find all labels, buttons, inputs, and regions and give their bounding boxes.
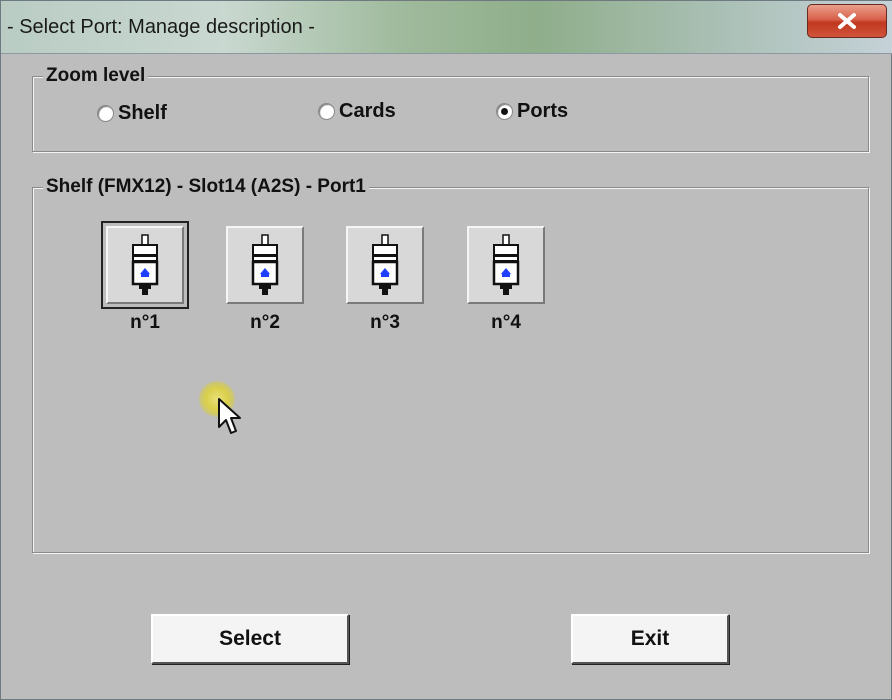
radio-shelf[interactable]: Shelf [97, 102, 167, 125]
port-label-4: n°4 [491, 312, 521, 333]
port-connector-icon [131, 234, 159, 295]
radio-cards-label: Cards [339, 100, 396, 122]
radio-ports-circle[interactable] [496, 103, 513, 120]
port-connector-icon [371, 234, 399, 295]
port-button-4[interactable] [467, 226, 545, 304]
mouse-cursor-icon [218, 398, 241, 434]
port-button-3[interactable] [346, 226, 424, 304]
zoom-level-group: Zoom level Shelf Cards Ports [32, 65, 869, 152]
zoom-level-legend: Zoom level [43, 65, 149, 87]
ports-group-legend: Shelf (FMX12) - Slot14 (A2S) - Port1 [43, 176, 369, 198]
port-label-3: n°3 [370, 312, 400, 333]
port-connector-icon [492, 234, 520, 295]
port-label-2: n°2 [250, 312, 280, 333]
port-label-1: n°1 [130, 312, 160, 333]
radio-ports-label: Ports [517, 100, 569, 122]
close-button[interactable] [807, 4, 887, 38]
radio-cards-circle[interactable] [318, 103, 335, 120]
close-icon [838, 13, 856, 29]
port-connector-icon [251, 234, 279, 295]
radio-cards[interactable]: Cards [318, 100, 396, 123]
port-button-1[interactable] [101, 221, 189, 309]
radio-shelf-label: Shelf [118, 102, 167, 124]
radio-shelf-circle[interactable] [97, 105, 114, 122]
radio-ports[interactable]: Ports [496, 100, 568, 123]
select-port-dialog: - Select Port: Manage description - Zoom… [0, 0, 892, 700]
window-title: - Select Port: Manage description - [7, 16, 315, 38]
title-bar[interactable]: - Select Port: Manage description - [1, 1, 892, 54]
select-button[interactable]: Select [151, 614, 349, 664]
port-button-2[interactable] [226, 226, 304, 304]
ports-group: Shelf (FMX12) - Slot14 (A2S) - Port1 n°1 [32, 176, 869, 553]
exit-button[interactable]: Exit [571, 614, 729, 664]
